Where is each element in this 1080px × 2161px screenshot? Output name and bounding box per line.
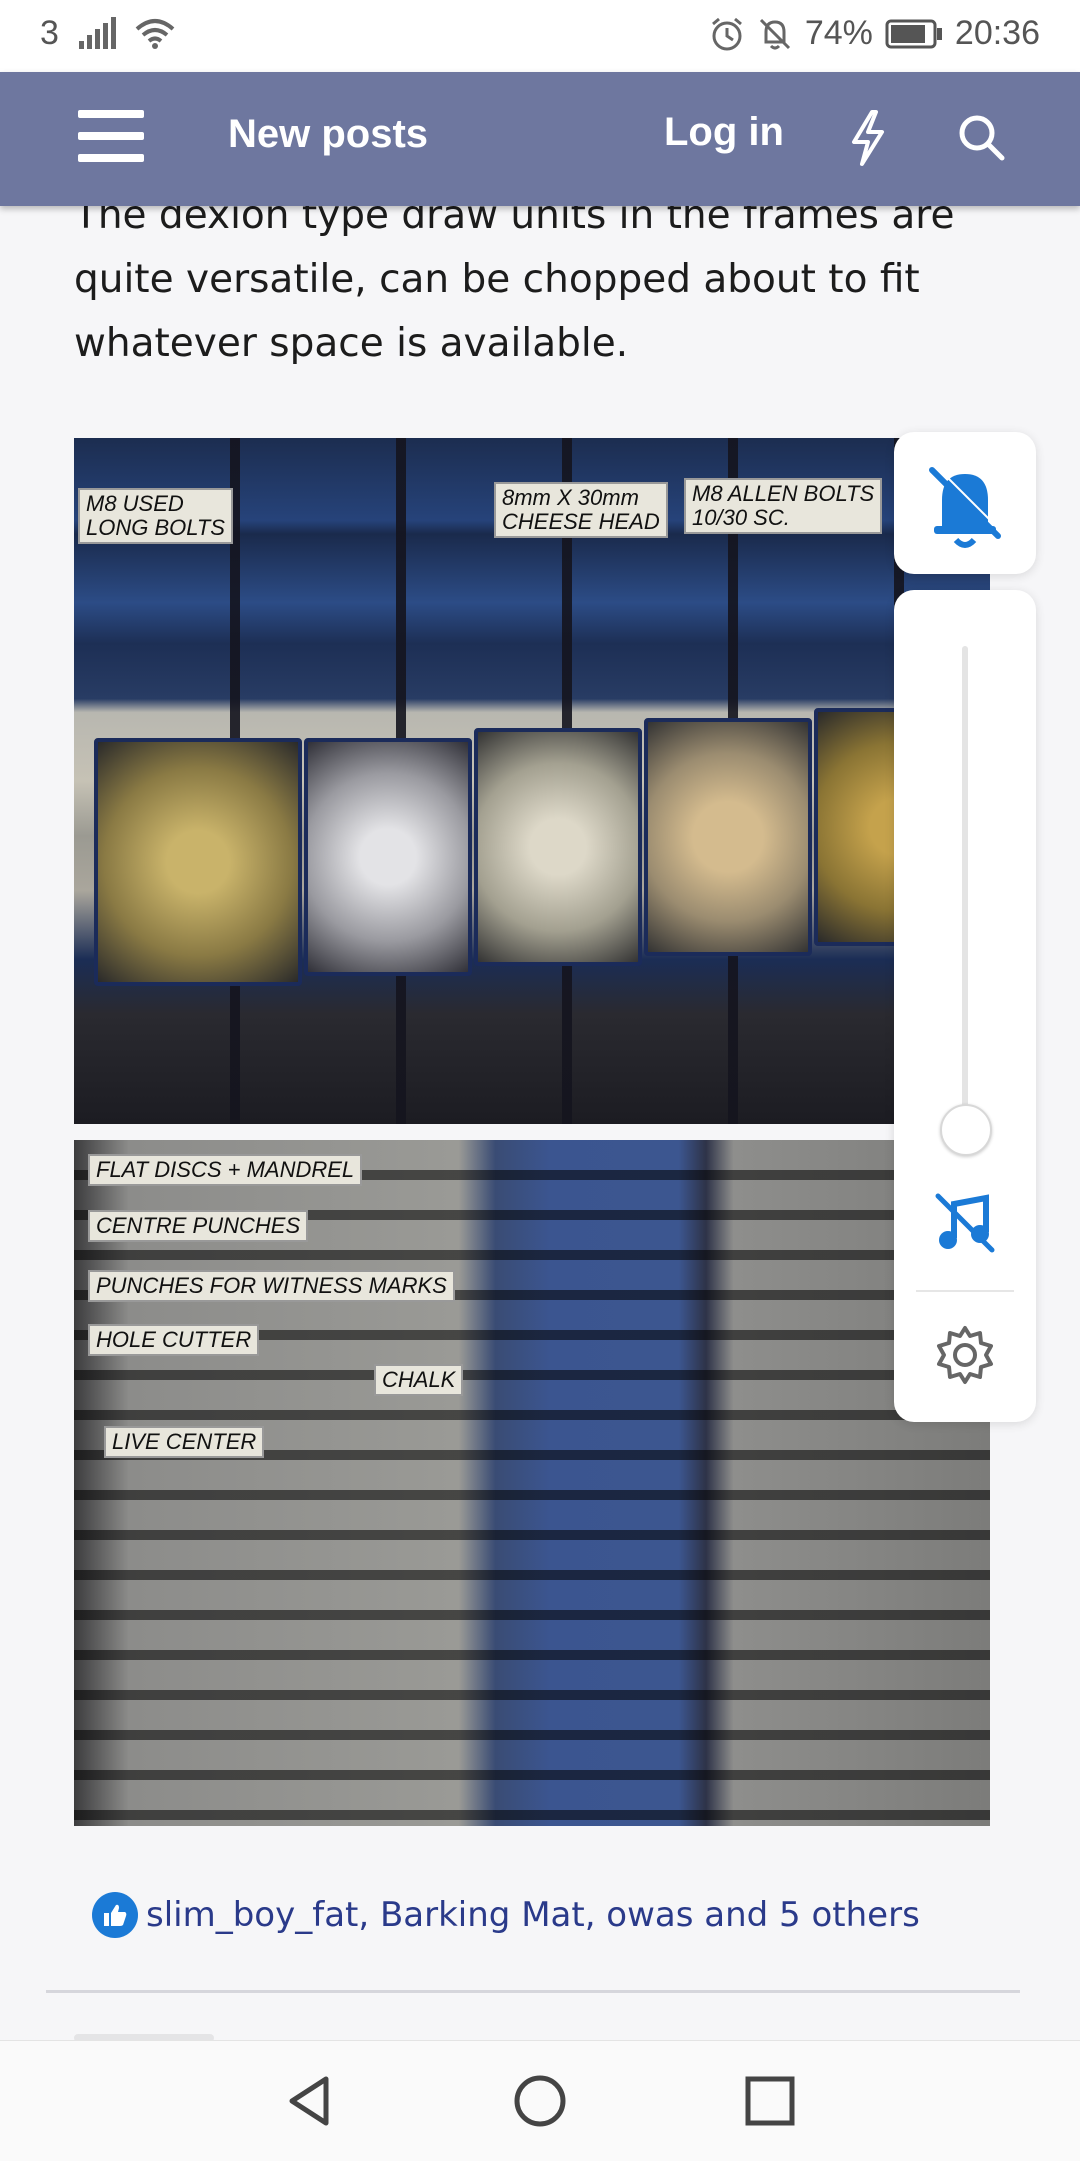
system-navigation-bar [0, 2040, 1080, 2161]
post-body-text: The dexion type draw units in the frames… [74, 184, 974, 376]
top-nav-bar: New posts Log in [0, 72, 1080, 206]
signal-icon [77, 16, 117, 51]
drawer-label: M8 ALLEN BOLTS 10/30 SC. [684, 478, 883, 534]
drawer-label: HOLE CUTTER [88, 1324, 260, 1356]
reactions-summary[interactable]: slim_boy_fat, Barking Mat, owas and 5 ot… [92, 1892, 920, 1938]
post-text-line: whatever space is available. [74, 321, 629, 366]
drawer-label: 8mm X 30mm CHEESE HEAD [494, 482, 668, 538]
drawer-label: PUNCHES FOR WITNESS MARKS [88, 1270, 455, 1302]
carrier-label: 3 [40, 14, 59, 52]
post-divider [46, 1990, 1020, 1993]
bell-off-icon[interactable] [894, 432, 1036, 574]
battery-percent: 74% [804, 14, 873, 52]
nav-title-new-posts[interactable]: New posts [228, 112, 428, 157]
wifi-icon [135, 17, 175, 51]
parts-bin [474, 728, 642, 966]
home-icon[interactable] [512, 2071, 568, 2135]
login-button[interactable]: Log in [664, 110, 784, 155]
notifications-off-icon [757, 16, 793, 52]
volume-slider-track[interactable] [962, 646, 968, 1122]
parts-bin [304, 738, 472, 976]
ringer-toggle-panel[interactable] [894, 432, 1036, 574]
drawer-label: M8 USED LONG BOLTS [78, 488, 233, 544]
drawer-label: CHALK [374, 1364, 464, 1396]
drawer-label: CENTRE PUNCHES [88, 1210, 309, 1242]
drawer-label: FLAT DISCS + MANDREL [88, 1154, 363, 1186]
drawer-label: LIVE CENTER [104, 1426, 265, 1458]
search-icon[interactable] [956, 112, 1006, 162]
menu-icon[interactable] [78, 110, 144, 168]
parts-bin [644, 718, 812, 956]
volume-panel[interactable] [894, 590, 1036, 1422]
settings-icon[interactable] [934, 1324, 996, 1390]
parts-bin [94, 738, 302, 986]
like-icon [92, 1892, 138, 1938]
post-text-line: quite versatile, can be chopped about to… [74, 257, 920, 302]
volume-slider-thumb[interactable] [940, 1104, 992, 1156]
reactions-text[interactable]: slim_boy_fat, Barking Mat, owas and 5 ot… [146, 1895, 920, 1935]
clock: 20:36 [954, 14, 1040, 52]
recents-icon[interactable] [742, 2071, 798, 2135]
post-image-drawer-wall[interactable]: FLAT DISCS + MANDREL CENTRE PUNCHES PUNC… [74, 1140, 990, 1826]
post-image-drawer-bins[interactable]: M8 USED LONG BOLTS 8mm X 30mm CHEESE HEA… [74, 438, 990, 1124]
music-off-icon[interactable] [932, 1190, 998, 1260]
battery-icon [885, 19, 943, 49]
panel-divider [916, 1290, 1014, 1292]
status-bar: 3 74% 20:36 [0, 0, 1080, 72]
back-icon[interactable] [282, 2071, 336, 2135]
alarm-icon [709, 16, 745, 52]
bolt-icon[interactable] [846, 108, 890, 168]
